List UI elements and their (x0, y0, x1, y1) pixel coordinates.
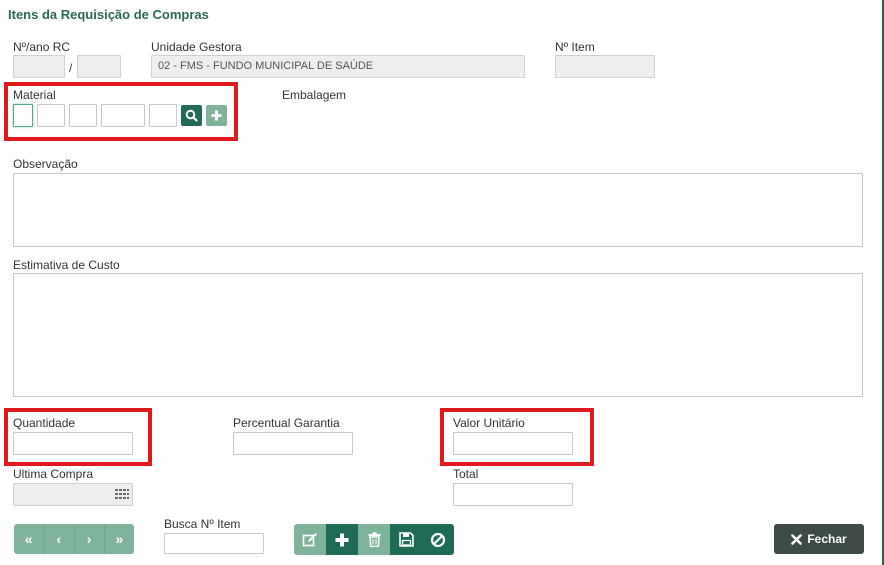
cancel-icon (430, 532, 446, 547)
material-code-1-input[interactable] (13, 104, 33, 127)
valor-unitario-input[interactable] (453, 432, 573, 455)
nro-item-label: Nº Item (555, 40, 595, 54)
search-icon (185, 109, 198, 122)
rc-separator: / (69, 61, 73, 75)
nav-last-button[interactable]: » (105, 524, 134, 554)
edit-button[interactable] (294, 524, 326, 555)
nav-first-button[interactable]: « (14, 524, 45, 554)
unidade-gestora-field[interactable]: 02 - FMS - FUNDO MUNICIPAL DE SAÚDE (151, 55, 525, 78)
close-icon (791, 533, 803, 545)
calendar-icon[interactable] (114, 488, 130, 502)
percentual-garantia-input[interactable] (233, 432, 353, 455)
add-item-button[interactable] (326, 524, 358, 555)
unidade-gestora-label: Unidade Gestora (151, 40, 242, 54)
panel-title: Itens da Requisição de Compras (8, 7, 209, 22)
observacao-label: Observação (13, 157, 78, 171)
save-button[interactable] (390, 524, 422, 555)
nav-next-button[interactable]: › (75, 524, 105, 554)
plus-icon (211, 110, 222, 121)
fechar-button[interactable]: Fechar (774, 524, 864, 554)
ano-rc-field[interactable] (77, 55, 121, 78)
quantidade-label: Quantidade (13, 416, 76, 430)
plus-icon (335, 533, 349, 546)
quantidade-input[interactable] (13, 432, 133, 455)
record-navigation: « ‹ › » (14, 524, 134, 554)
delete-button[interactable] (358, 524, 390, 555)
ultima-compra-field[interactable] (13, 483, 133, 506)
trash-icon (368, 532, 380, 547)
material-code-3-input[interactable] (69, 104, 97, 127)
busca-item-input[interactable] (164, 533, 264, 554)
ultima-compra-label: Ultima Compra (13, 467, 94, 481)
busca-item-label: Busca Nº Item (164, 517, 241, 531)
material-code-5-input[interactable] (149, 104, 177, 127)
percentual-garantia-label: Percentual Garantia (233, 416, 340, 430)
embalagem-label: Embalagem (282, 88, 347, 102)
valor-unitario-label: Valor Unitário (453, 416, 525, 430)
material-label: Material (13, 88, 56, 102)
nav-prev-button[interactable]: ‹ (44, 524, 75, 554)
total-input[interactable] (453, 483, 573, 506)
estimativa-textarea[interactable] (13, 273, 863, 397)
material-code-4-input[interactable] (101, 104, 145, 127)
fechar-label: Fechar (807, 532, 847, 546)
cancel-button[interactable] (422, 524, 454, 555)
observacao-textarea[interactable] (13, 173, 863, 247)
nro-ano-rc-label: Nº/ano RC (13, 40, 71, 54)
requisition-items-panel: Itens da Requisição de Compras Nº/ano RC… (0, 0, 884, 565)
estimativa-label: Estimativa de Custo (13, 258, 120, 272)
material-code-2-input[interactable] (37, 104, 65, 127)
nro-rc-field[interactable] (13, 55, 65, 78)
material-add-button[interactable] (206, 105, 227, 126)
edit-icon (302, 532, 317, 546)
material-search-button[interactable] (181, 105, 202, 126)
nro-item-field[interactable] (555, 55, 655, 78)
save-icon (398, 532, 414, 547)
total-label: Total (453, 467, 479, 481)
